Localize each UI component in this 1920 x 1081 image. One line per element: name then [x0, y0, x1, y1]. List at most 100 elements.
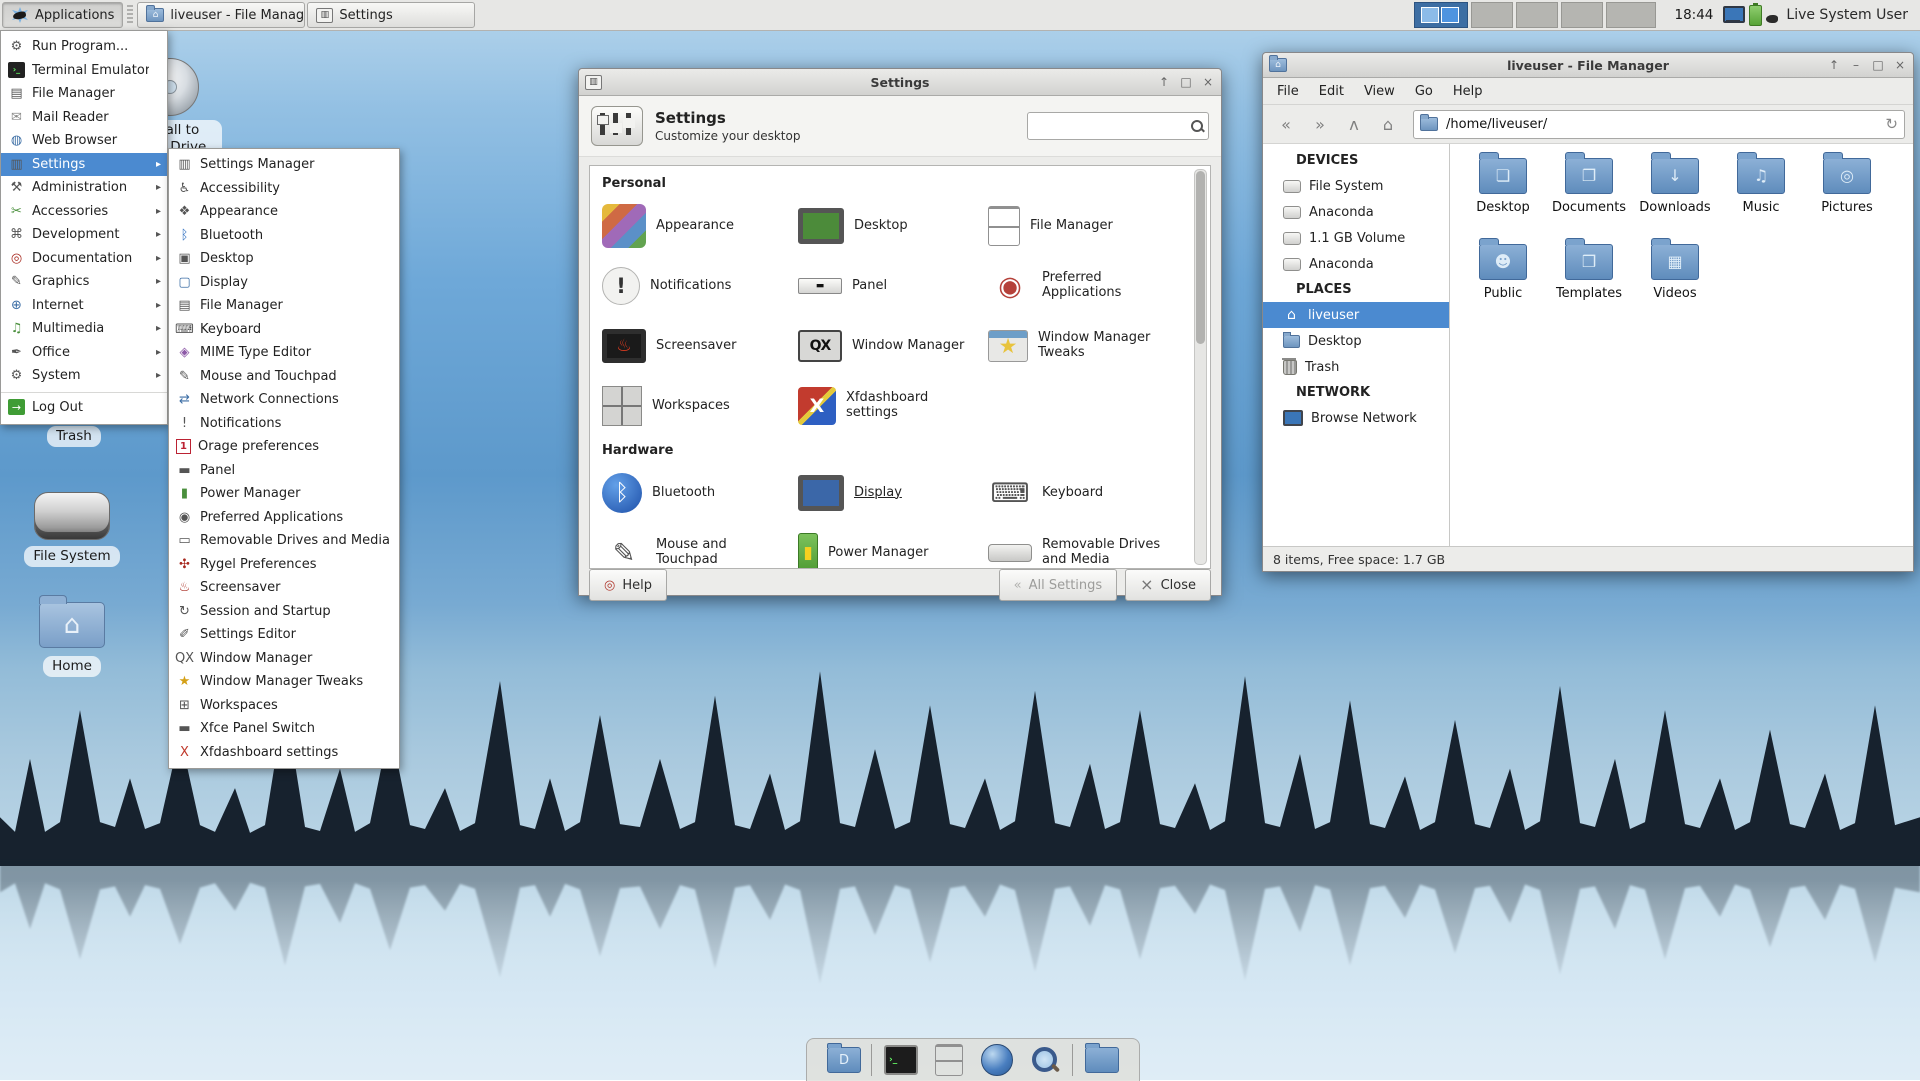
submenu-item[interactable]: ★ Window Manager Tweaks: [169, 670, 399, 694]
dock-item[interactable]: [980, 1044, 1014, 1076]
menu-item[interactable]: ✉ Mail Reader ▸: [1, 106, 167, 130]
sidebar-row[interactable]: Desktop: [1263, 328, 1449, 354]
settings-tile[interactable]: ᛒ Bluetooth: [602, 466, 798, 520]
menubar-item[interactable]: Help: [1443, 84, 1493, 99]
settings-tile[interactable]: ▬ Panel: [798, 259, 988, 313]
back-button[interactable]: «: [1271, 110, 1301, 138]
file-item[interactable]: ↓ Downloads: [1632, 152, 1718, 244]
workspace-2[interactable]: [1471, 2, 1514, 28]
sidebar-row[interactable]: ⌂ liveuser: [1263, 302, 1449, 328]
taskbar-button-settings[interactable]: ▥ Settings: [307, 2, 476, 28]
workspace-4[interactable]: [1561, 2, 1604, 28]
settings-tile[interactable]: X Xfdashboard settings: [798, 379, 988, 433]
settings-tile[interactable]: ! Notifications: [602, 259, 798, 313]
settings-tile[interactable]: ★ Window Manager Tweaks: [988, 319, 1188, 373]
close-button[interactable]: ×: [1893, 59, 1907, 71]
submenu-item[interactable]: QX Window Manager: [169, 647, 399, 671]
submenu-item[interactable]: ✣ Rygel Preferences: [169, 553, 399, 577]
close-settings-button[interactable]: × Close: [1125, 569, 1211, 601]
file-item[interactable]: ☻ Public: [1460, 238, 1546, 330]
settings-tile[interactable]: ⊞ Workspaces: [602, 379, 798, 433]
settings-tile[interactable]: ▢ Display: [798, 466, 988, 520]
menu-item[interactable]: ⊕ Internet ▸: [1, 294, 167, 318]
workspace-3[interactable]: [1516, 2, 1559, 28]
sidebar-row[interactable]: 1.1 GB Volume: [1263, 225, 1449, 251]
menu-item[interactable]: ⚙ System ▸: [1, 364, 167, 388]
file-item[interactable]: ❏ Desktop: [1460, 152, 1546, 244]
submenu-item[interactable]: ◈ MIME Type Editor: [169, 341, 399, 365]
submenu-item[interactable]: ▮ Power Manager: [169, 482, 399, 506]
submenu-item[interactable]: ❖ Appearance: [169, 200, 399, 224]
maximize-button[interactable]: □: [1179, 76, 1193, 88]
up-button[interactable]: ʌ: [1339, 110, 1369, 138]
all-settings-button[interactable]: « All Settings: [998, 569, 1118, 601]
desktop-icon-home[interactable]: ⌂ Home: [12, 595, 132, 677]
file-item[interactable]: ◎ Pictures: [1804, 152, 1890, 244]
display-tray-icon[interactable]: [1723, 6, 1746, 24]
battery-tray-icon[interactable]: [1749, 2, 1763, 26]
submenu-item[interactable]: ◉ Preferred Applications: [169, 506, 399, 530]
shade-button[interactable]: ↑: [1157, 76, 1171, 88]
applications-menu-button[interactable]: Applications: [2, 2, 124, 28]
workspace-5[interactable]: [1606, 2, 1657, 28]
dock-item[interactable]: [932, 1044, 966, 1076]
submenu-item[interactable]: ✎ Mouse and Touchpad: [169, 365, 399, 389]
workspace-1-active[interactable]: [1414, 2, 1469, 28]
menu-item[interactable]: ✂ Accessories ▸: [1, 200, 167, 224]
maximize-button[interactable]: □: [1871, 59, 1885, 71]
file-item[interactable]: ❒ Templates: [1546, 238, 1632, 330]
sidebar-row[interactable]: DEVICES: [1263, 148, 1449, 173]
path-input[interactable]: [1444, 115, 1880, 133]
dock-item[interactable]: ›_: [871, 1044, 918, 1076]
menubar-item[interactable]: Edit: [1309, 84, 1354, 99]
submenu-item[interactable]: ▢ Display: [169, 271, 399, 295]
submenu-item[interactable]: ✐ Settings Editor: [169, 623, 399, 647]
forward-button[interactable]: »: [1305, 110, 1335, 138]
settings-tile[interactable]: ▮ Power Manager: [798, 526, 988, 568]
clock[interactable]: 18:44: [1674, 7, 1713, 23]
file-item[interactable]: ❐ Documents: [1546, 152, 1632, 244]
submenu-item[interactable]: ▣ Desktop: [169, 247, 399, 271]
submenu-item[interactable]: ᛒ Bluetooth: [169, 224, 399, 248]
settings-titlebar[interactable]: ▥ Settings ↑ □ ×: [579, 69, 1221, 96]
menubar-item[interactable]: Go: [1405, 84, 1443, 99]
taskbar-button-file-manager[interactable]: ⌂ liveuser - File Manager: [137, 2, 306, 28]
settings-search-input[interactable]: [1036, 117, 1190, 135]
file-item[interactable]: ♫ Music: [1718, 152, 1804, 244]
submenu-item[interactable]: ⌨ Keyboard: [169, 318, 399, 342]
home-button[interactable]: ⌂: [1373, 110, 1403, 138]
reload-icon[interactable]: ↻: [1885, 115, 1898, 133]
settings-tile[interactable]: ❖ Appearance: [602, 199, 798, 253]
sidebar-row[interactable]: File System: [1263, 173, 1449, 199]
settings-tile[interactable]: ✎ Mouse and Touchpad: [602, 526, 798, 568]
submenu-item[interactable]: ♨ Screensaver: [169, 576, 399, 600]
settings-tile[interactable]: ◉ Preferred Applications: [988, 259, 1188, 313]
shade-button[interactable]: ↑: [1827, 59, 1841, 71]
settings-tile[interactable]: ⌨ Keyboard: [988, 466, 1188, 520]
submenu-item[interactable]: ▬ Panel: [169, 459, 399, 483]
submenu-item[interactable]: ! Notifications: [169, 412, 399, 436]
settings-scrollbar[interactable]: [1194, 169, 1207, 565]
dock-item[interactable]: [1072, 1043, 1119, 1076]
menubar-item[interactable]: View: [1354, 84, 1405, 99]
fm-titlebar[interactable]: ⌂ liveuser - File Manager ↑ – □ ×: [1263, 53, 1913, 78]
submenu-item[interactable]: ⇄ Network Connections: [169, 388, 399, 412]
sidebar-row[interactable]: Browse Network: [1263, 405, 1449, 431]
settings-tile[interactable]: ▤ File Manager: [988, 199, 1188, 253]
settings-tile[interactable]: ♨ Screensaver: [602, 319, 798, 373]
menu-item[interactable]: → Log Out ▸: [1, 391, 167, 420]
settings-tile[interactable]: ▭ Removable Drives and Media: [988, 526, 1188, 568]
menu-item[interactable]: ▤ File Manager ▸: [1, 82, 167, 106]
desktop-icon-filesystem[interactable]: File System: [12, 492, 132, 567]
submenu-item[interactable]: 1 Orage preferences: [169, 435, 399, 459]
submenu-item[interactable]: ♿ Accessibility: [169, 177, 399, 201]
submenu-item[interactable]: ▤ File Manager: [169, 294, 399, 318]
menu-item[interactable]: ✒ Office ▸: [1, 341, 167, 365]
submenu-item[interactable]: ⊞ Workspaces: [169, 694, 399, 718]
submenu-item[interactable]: ▭ Removable Drives and Media: [169, 529, 399, 553]
sidebar-row[interactable]: Anaconda: [1263, 251, 1449, 277]
menu-item[interactable]: ›_ Terminal Emulator ▸: [1, 59, 167, 83]
menu-item[interactable]: ⌘ Development ▸: [1, 223, 167, 247]
settings-tile[interactable]: QX Window Manager: [798, 319, 988, 373]
file-item[interactable]: ▦ Videos: [1632, 238, 1718, 330]
